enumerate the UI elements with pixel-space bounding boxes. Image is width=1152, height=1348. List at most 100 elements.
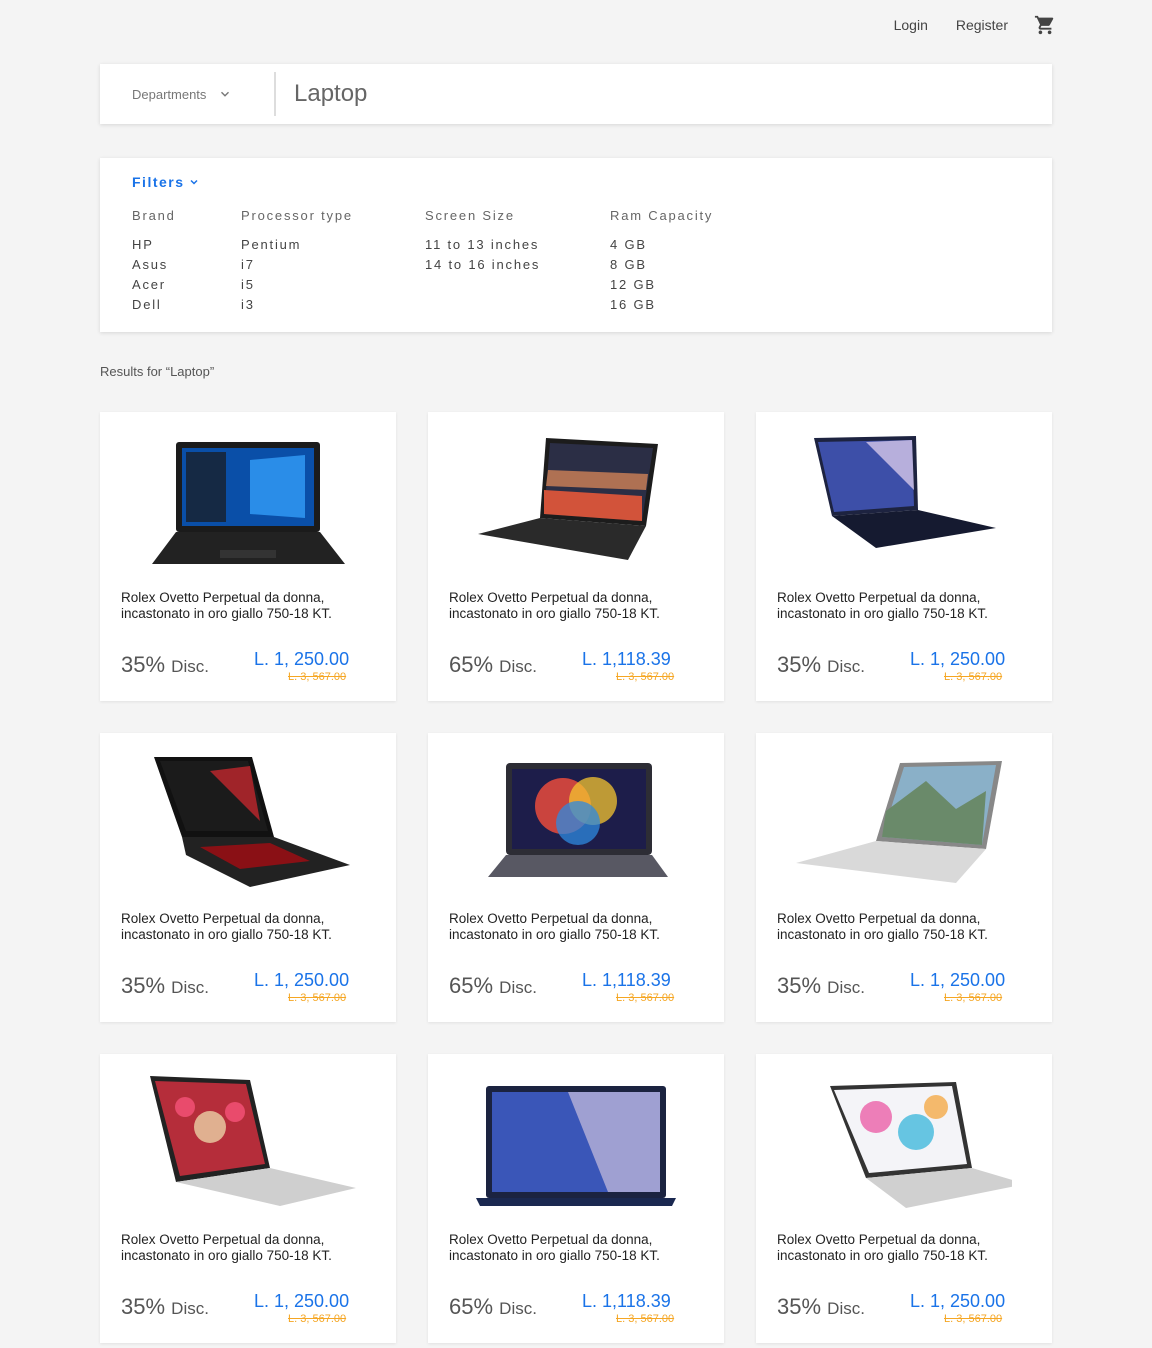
old-price: L. 3, 567.00 xyxy=(944,992,1003,1004)
discount-value: 65% xyxy=(449,973,494,998)
discount-value: 35% xyxy=(777,973,822,998)
search-input[interactable] xyxy=(276,64,1052,124)
discount-word: Disc. xyxy=(827,978,865,997)
product-card[interactable]: Rolex Ovetto Perpetual da donna, incasto… xyxy=(100,733,396,1022)
old-price: L. 3, 567.00 xyxy=(616,671,675,683)
laptop-image xyxy=(150,1076,356,1206)
filter-option[interactable]: Acer xyxy=(132,275,241,295)
discount-word: Disc. xyxy=(499,657,537,676)
filters-label: Filters xyxy=(132,174,185,190)
discount-value: 35% xyxy=(121,973,166,998)
discount-label: 65% Disc. xyxy=(449,973,537,999)
price: L. 1, 250.00 xyxy=(910,649,1006,669)
register-link[interactable]: Register xyxy=(956,17,1008,33)
filter-option[interactable]: Dell xyxy=(132,295,241,315)
cart-icon[interactable] xyxy=(1034,14,1056,36)
discount-label: 35% Disc. xyxy=(777,973,865,999)
discount-label: 65% Disc. xyxy=(449,1294,537,1320)
filters-toggle[interactable]: Filters xyxy=(132,174,200,190)
price: L. 1,118.39 xyxy=(582,970,671,990)
filter-option[interactable]: i5 xyxy=(241,275,425,295)
discount-value: 35% xyxy=(777,1294,822,1319)
price: L. 1, 250.00 xyxy=(254,1291,350,1311)
filter-group-title: Screen Size xyxy=(425,208,515,223)
product-title: Rolex Ovetto Perpetual da donna, incasto… xyxy=(121,590,332,621)
discount-word: Disc. xyxy=(499,978,537,997)
filter-group-brand: Brand HP Asus Acer Dell xyxy=(132,208,241,315)
filter-option[interactable]: i7 xyxy=(241,255,425,275)
laptop-image xyxy=(796,761,1002,883)
product-card[interactable]: Rolex Ovetto Perpetual da donna, incasto… xyxy=(756,733,1052,1022)
old-price: L. 3, 567.00 xyxy=(944,1313,1003,1325)
product-card[interactable]: Rolex Ovetto Perpetual da donna, incasto… xyxy=(428,1054,724,1343)
chevron-down-icon xyxy=(189,179,198,185)
price: L. 1, 250.00 xyxy=(254,970,350,990)
discount-label: 35% Disc. xyxy=(777,652,865,678)
filter-option[interactable]: 12 GB xyxy=(610,275,770,295)
filter-option[interactable]: HP xyxy=(132,235,241,255)
filter-group-ram: Ram Capacity 4 GB 8 GB 12 GB 16 GB xyxy=(610,208,770,315)
product-title: Rolex Ovetto Perpetual da donna, incasto… xyxy=(777,590,988,621)
laptop-image xyxy=(488,763,668,877)
old-price: L. 3, 567.00 xyxy=(288,671,347,683)
price: L. 1, 250.00 xyxy=(254,649,350,669)
discount-value: 65% xyxy=(449,652,494,677)
discount-value: 35% xyxy=(777,652,822,677)
product-card[interactable]: Rolex Ovetto Perpetual da donna, incasto… xyxy=(756,412,1052,701)
discount-value: 35% xyxy=(121,652,166,677)
product-title: Rolex Ovetto Perpetual da donna, incasto… xyxy=(449,590,660,621)
filter-option[interactable]: 4 GB xyxy=(610,235,770,255)
filter-group-processor: Processor type Pentium i7 i5 i3 xyxy=(241,208,425,315)
discount-word: Disc. xyxy=(171,657,209,676)
old-price: L. 3, 567.00 xyxy=(616,1313,675,1325)
price: L. 1,118.39 xyxy=(582,1291,671,1311)
filter-option[interactable]: 16 GB xyxy=(610,295,770,315)
filters-panel: Filters Brand HP Asus Acer Dell Processo… xyxy=(100,158,1052,332)
laptop-image xyxy=(152,442,345,564)
product-card[interactable]: Rolex Ovetto Perpetual da donna, incasto… xyxy=(100,412,396,701)
filter-group-title: Ram Capacity xyxy=(610,208,714,223)
discount-word: Disc. xyxy=(171,1299,209,1318)
product-card[interactable]: Rolex Ovetto Perpetual da donna, incasto… xyxy=(756,1054,1052,1343)
login-link[interactable]: Login xyxy=(894,17,928,33)
laptop-image xyxy=(814,436,996,548)
old-price: L. 3, 567.00 xyxy=(288,1313,347,1325)
discount-label: 35% Disc. xyxy=(121,973,209,999)
product-card[interactable]: Rolex Ovetto Perpetual da donna, incasto… xyxy=(428,733,724,1022)
old-price: L. 3, 567.00 xyxy=(288,992,347,1004)
filter-option[interactable]: 11 to 13 inches xyxy=(425,235,610,255)
departments-dropdown[interactable]: Departments xyxy=(100,64,274,124)
product-title: Rolex Ovetto Perpetual da donna, incasto… xyxy=(777,911,988,942)
top-nav: Login Register xyxy=(866,14,1056,36)
filter-option[interactable]: 8 GB xyxy=(610,255,770,275)
discount-word: Disc. xyxy=(171,978,209,997)
price: L. 1,118.39 xyxy=(582,649,671,669)
product-title: Rolex Ovetto Perpetual da donna, incasto… xyxy=(777,1232,988,1263)
discount-label: 35% Disc. xyxy=(121,652,209,678)
discount-word: Disc. xyxy=(499,1299,537,1318)
old-price: L. 3, 567.00 xyxy=(944,671,1003,683)
search-bar: Departments xyxy=(100,64,1052,124)
price: L. 1, 250.00 xyxy=(910,1291,1006,1311)
discount-label: 65% Disc. xyxy=(449,652,537,678)
filter-group-screen-size: Screen Size 11 to 13 inches 14 to 16 inc… xyxy=(425,208,610,315)
filter-option[interactable]: 14 to 16 inches xyxy=(425,255,610,275)
discount-label: 35% Disc. xyxy=(121,1294,209,1320)
chevron-down-icon xyxy=(221,91,230,97)
filter-option[interactable]: Pentium xyxy=(241,235,425,255)
departments-label: Departments xyxy=(132,86,207,102)
discount-value: 65% xyxy=(449,1294,494,1319)
filter-group-title: Processor type xyxy=(241,208,353,223)
laptop-image xyxy=(830,1082,1012,1208)
product-card[interactable]: Rolex Ovetto Perpetual da donna, incasto… xyxy=(428,412,724,701)
product-title: Rolex Ovetto Perpetual da donna, incasto… xyxy=(121,911,332,942)
product-title: Rolex Ovetto Perpetual da donna, incasto… xyxy=(449,1232,660,1263)
old-price: L. 3, 567.00 xyxy=(616,992,675,1004)
product-title: Rolex Ovetto Perpetual da donna, incasto… xyxy=(121,1232,332,1263)
product-card[interactable]: Rolex Ovetto Perpetual da donna, incasto… xyxy=(100,1054,396,1343)
filter-option[interactable]: i3 xyxy=(241,295,425,315)
discount-word: Disc. xyxy=(827,657,865,676)
filter-group-title: Brand xyxy=(132,208,176,223)
filter-option[interactable]: Asus xyxy=(132,255,241,275)
discount-word: Disc. xyxy=(827,1299,865,1318)
